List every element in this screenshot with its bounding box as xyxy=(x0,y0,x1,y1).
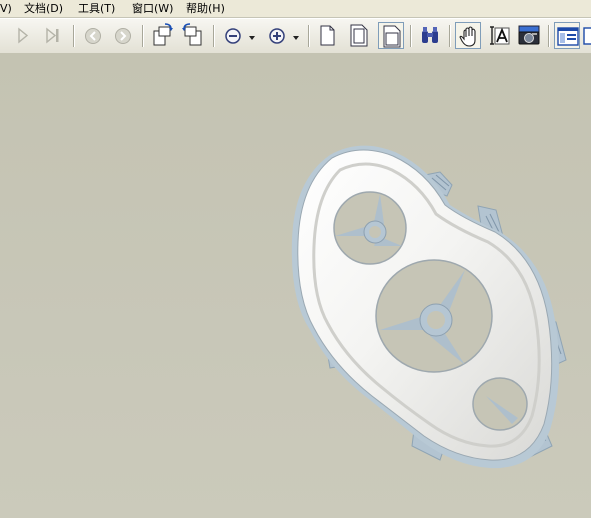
menu-tools[interactable]: 工具(T) xyxy=(78,1,115,16)
panels-button[interactable] xyxy=(554,22,580,49)
find-binoculars-icon xyxy=(422,27,438,43)
actual-size-icon xyxy=(320,25,335,46)
menu-document[interactable]: 文档(D) xyxy=(24,1,63,16)
rotate-clockwise-button[interactable] xyxy=(149,22,175,49)
next-page-button[interactable] xyxy=(10,22,36,49)
3d-model-rendering xyxy=(291,145,567,469)
zoom-out-dropdown-icon xyxy=(249,36,255,40)
center-hole xyxy=(375,259,493,373)
hand-tool-button[interactable] xyxy=(455,22,481,49)
select-text-button[interactable] xyxy=(486,22,512,49)
zoom-in-dropdown[interactable] xyxy=(290,22,302,49)
panels-icon xyxy=(557,27,579,46)
select-text-icon xyxy=(490,26,510,45)
camera-partial-icon xyxy=(583,27,591,45)
forward-button[interactable] xyxy=(110,22,136,49)
menu-bar: V) 文档(D) 工具(T) 窗口(W) 帮助(H) xyxy=(0,0,591,17)
fit-width-icon xyxy=(383,25,401,48)
next-page-icon xyxy=(18,27,29,44)
menu-window[interactable]: 窗口(W) xyxy=(132,1,173,16)
back-icon xyxy=(85,28,101,44)
zoom-in-icon xyxy=(269,28,285,44)
snapshot-camera-icon xyxy=(518,25,540,45)
zoom-out-dropdown[interactable] xyxy=(246,22,258,49)
document-viewport[interactable] xyxy=(0,53,591,518)
zoom-in-button[interactable] xyxy=(264,22,290,49)
toolbar xyxy=(0,18,591,54)
fit-width-button[interactable] xyxy=(378,22,404,49)
zoom-in-dropdown-icon xyxy=(293,36,299,40)
menu-help[interactable]: 帮助(H) xyxy=(186,1,225,16)
menu-view[interactable]: V) xyxy=(0,1,12,16)
zoom-out-button[interactable] xyxy=(220,22,246,49)
rotate-counterclockwise-button[interactable] xyxy=(180,22,206,49)
rotate-counterclockwise-icon xyxy=(182,23,202,46)
last-page-button[interactable] xyxy=(40,22,66,49)
lower-hole xyxy=(472,377,528,431)
overflow-button[interactable] xyxy=(582,22,591,49)
fit-page-icon xyxy=(350,24,368,47)
hand-tool-icon xyxy=(459,26,476,47)
last-page-icon xyxy=(46,27,59,44)
snapshot-button[interactable] xyxy=(516,22,542,49)
fit-page-button[interactable] xyxy=(346,22,372,49)
rotate-clockwise-icon xyxy=(153,23,173,46)
upper-hole xyxy=(333,191,407,265)
back-button[interactable] xyxy=(80,22,106,49)
zoom-out-icon xyxy=(225,28,241,44)
find-button[interactable] xyxy=(417,22,443,49)
forward-icon xyxy=(115,28,131,44)
actual-size-button[interactable] xyxy=(314,22,340,49)
